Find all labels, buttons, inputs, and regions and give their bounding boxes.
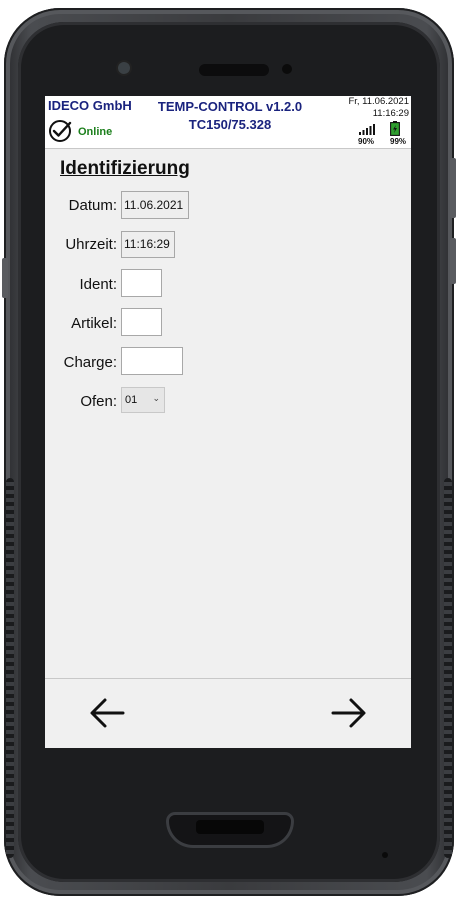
app-title-block: TEMP-CONTROL v1.2.0 TC150/75.328 (155, 98, 305, 134)
time-text: 11:16:29 (372, 108, 409, 119)
app-header: IDECO GmbH TEMP-CONTROL v1.2.0 TC150/75.… (45, 96, 411, 149)
form-title: Identifizierung (60, 158, 190, 179)
chevron-down-icon: ⌄ (152, 393, 160, 403)
side-button-right-top (450, 158, 456, 218)
front-camera-icon (282, 64, 292, 74)
time-field: 11:16:29 (121, 231, 175, 258)
next-button[interactable] (329, 693, 369, 733)
datetime: Fr, 11.06.2021 11:16:29 (348, 96, 409, 120)
sensor-icon (118, 62, 130, 74)
oven-select-value: 01 (125, 394, 138, 406)
battery-icon (390, 121, 400, 136)
oven-label: Ofen: (80, 393, 117, 410)
arrow-right-icon (331, 698, 366, 728)
charge-input[interactable] (121, 347, 183, 375)
time-label: Uhrzeit: (65, 236, 117, 253)
arrow-left-icon (90, 698, 125, 728)
online-status: Online (78, 126, 113, 138)
charge-label: Charge: (63, 354, 117, 371)
date-label: Datum: (68, 197, 117, 214)
app-screen: IDECO GmbH TEMP-CONTROL v1.2.0 TC150/75.… (45, 96, 411, 748)
ident-input[interactable] (121, 269, 162, 297)
microphone-icon (382, 852, 388, 858)
oven-select[interactable]: 01 ⌄ (121, 387, 165, 413)
article-label: Artikel: (71, 315, 117, 332)
date-field: 11.06.2021 (121, 191, 189, 219)
side-button-left (2, 258, 8, 298)
online-check-icon (49, 120, 72, 142)
app-title: TEMP-CONTROL v1.2.0 (157, 99, 303, 114)
side-button-right (450, 238, 456, 284)
company-name: IDECO GmbH (48, 98, 132, 113)
ident-label: Ident: (79, 276, 117, 293)
device-grip-right (444, 478, 452, 858)
charging-port (166, 812, 294, 848)
earpiece-speaker (199, 64, 269, 76)
signal-icon (359, 124, 375, 135)
back-button[interactable] (87, 693, 127, 733)
article-input[interactable] (121, 308, 162, 336)
app-footer (45, 678, 411, 748)
date-text: Fr, 11.06.2021 (348, 96, 409, 107)
device-id: TC150/75.328 (188, 117, 272, 132)
signal-percent: 90% (358, 137, 375, 146)
battery-percent: 99% (390, 137, 407, 146)
device-grip-left (6, 478, 14, 858)
